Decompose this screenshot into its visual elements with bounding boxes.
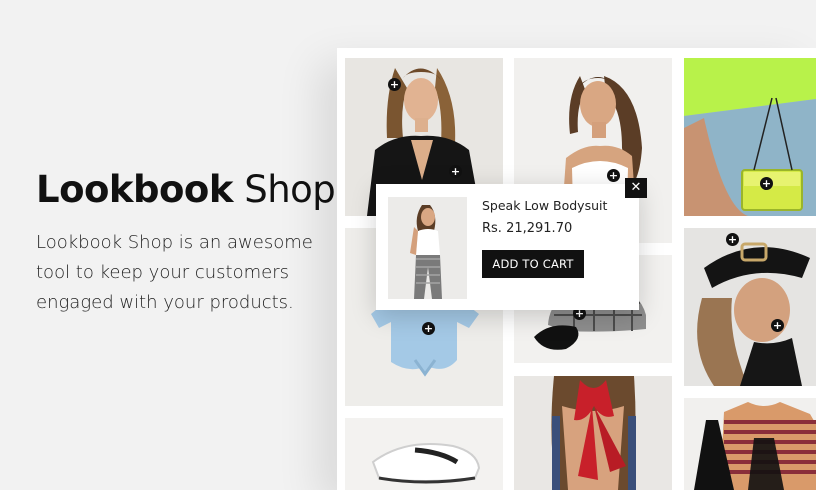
product-name: Speak Low Bodysuit (482, 198, 608, 213)
hotspot-visor-bottom[interactable]: + (771, 319, 784, 332)
black-visor-model-image (684, 228, 816, 386)
sneakers-image (345, 418, 503, 490)
product-thumbnail (388, 197, 467, 299)
hotspot-cardigan-bottom[interactable]: + (449, 165, 462, 178)
hero-title-light: Shop (232, 168, 336, 211)
hotspot-blue-tshirt[interactable]: + (422, 322, 435, 335)
tile-black-visor-model[interactable] (684, 228, 816, 386)
tile-red-scarf[interactable] (514, 376, 672, 490)
hotspot-neon-bag[interactable]: + (760, 177, 773, 190)
hero: Lookbook Shop Lookbook Shop is an awesom… (36, 168, 336, 318)
product-popup: Speak Low Bodysuit Rs. 21,291.70 ADD TO … (376, 184, 639, 310)
hotspot-cardigan-top[interactable]: + (388, 78, 401, 91)
neon-clear-bag-image (684, 58, 816, 216)
add-to-cart-button[interactable]: ADD TO CART (482, 250, 584, 278)
product-price: Rs. 21,291.70 (482, 221, 573, 236)
red-scarf-image (514, 376, 672, 490)
hero-description: Lookbook Shop is an awesome tool to keep… (36, 232, 313, 313)
hero-title: Lookbook Shop (36, 168, 336, 212)
close-popup-button[interactable]: ✕ (625, 178, 647, 198)
hotspot-bodysuit[interactable]: + (607, 169, 620, 182)
tile-striped-tee-overalls[interactable] (684, 398, 816, 490)
hero-title-bold: Lookbook (36, 168, 233, 211)
hotspot-visor-top[interactable]: + (726, 233, 739, 246)
striped-tee-overalls-image (684, 398, 816, 490)
bodysuit-product-image (388, 197, 467, 299)
tile-sneakers[interactable] (345, 418, 503, 490)
tile-neon-clear-bag[interactable] (684, 58, 816, 216)
